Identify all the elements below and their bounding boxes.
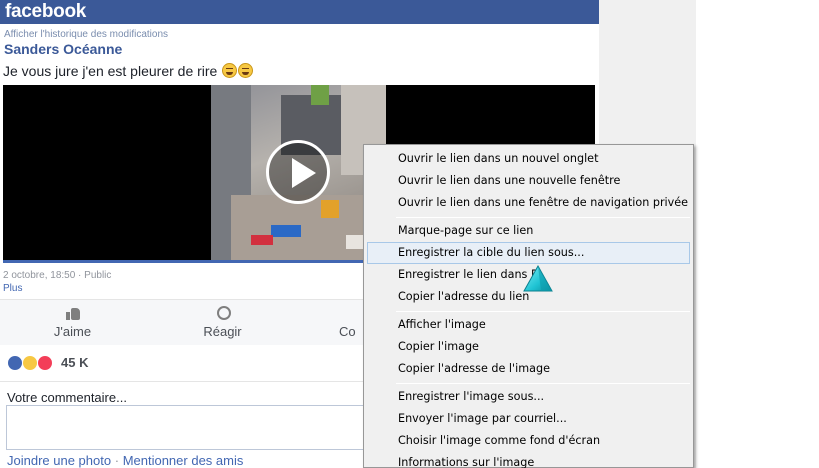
post-text: Je vous jure j'en est pleurer de rire	[3, 63, 254, 79]
react-icon	[217, 306, 231, 320]
menu-item-open-new-tab[interactable]: Ouvrir le lien dans un nouvel onglet	[367, 148, 690, 170]
menu-item-set-desktop-background[interactable]: Choisir l'image comme fond d'écran	[367, 430, 690, 452]
menu-item-copy-image[interactable]: Copier l'image	[367, 336, 690, 358]
reaction-haha-icon	[22, 355, 38, 371]
menu-separator	[396, 217, 690, 218]
reactions-summary[interactable]: 45 K	[0, 345, 370, 380]
context-menu: Ouvrir le lien dans un nouvel onglet Ouv…	[363, 144, 694, 468]
like-icon	[66, 306, 80, 320]
attach-photo-link[interactable]: Joindre une photo	[7, 453, 111, 468]
menu-item-save-link-as[interactable]: Enregistrer la cible du lien sous...	[367, 242, 690, 264]
more-link[interactable]: Plus	[3, 283, 22, 294]
play-icon[interactable]	[266, 140, 330, 204]
react-label: Réagir	[203, 324, 242, 339]
menu-item-open-private-window[interactable]: Ouvrir le lien dans une fenêtre de navig…	[367, 192, 690, 214]
haha-emoji-icon	[238, 63, 254, 78]
menu-item-bookmark-link[interactable]: Marque-page sur ce lien	[367, 220, 690, 242]
menu-separator	[396, 383, 690, 384]
post-author[interactable]: Sanders Océanne	[4, 41, 122, 57]
comment-label: Votre commentaire...	[7, 390, 127, 405]
menu-item-save-image-as[interactable]: Enregistrer l'image sous...	[367, 386, 690, 408]
triangle-cursor-icon	[523, 264, 553, 292]
reaction-love-icon	[37, 355, 53, 371]
facebook-logo[interactable]: facebook	[5, 1, 86, 23]
haha-emoji-icon	[222, 63, 238, 78]
menu-item-copy-image-address[interactable]: Copier l'adresse de l'image	[367, 358, 690, 380]
reaction-like-icon	[7, 355, 23, 371]
menu-item-view-image[interactable]: Afficher l'image	[367, 314, 690, 336]
comment-links: Joindre une photo · Mentionner des amis	[7, 453, 243, 468]
comment-input[interactable]	[6, 405, 386, 450]
react-button[interactable]: Réagir	[150, 300, 295, 345]
facebook-header: facebook	[0, 0, 599, 24]
mention-friends-link[interactable]: Mentionner des amis	[123, 453, 244, 468]
post-text-content: Je vous jure j'en est pleurer de rire	[3, 63, 218, 79]
like-button[interactable]: J'aime	[0, 300, 145, 345]
menu-item-image-info[interactable]: Informations sur l'image	[367, 452, 690, 468]
reaction-count[interactable]: 45 K	[61, 355, 88, 370]
edit-history-link[interactable]: Afficher l'historique des modifications	[4, 29, 168, 40]
like-label: J'aime	[53, 324, 92, 339]
menu-item-email-image[interactable]: Envoyer l'image par courriel...	[367, 408, 690, 430]
link-separator: ·	[114, 453, 120, 468]
menu-item-open-new-window[interactable]: Ouvrir le lien dans une nouvelle fenêtre	[367, 170, 690, 192]
menu-separator	[396, 311, 690, 312]
post-date: 2 octobre, 18:50 · Public	[3, 270, 112, 281]
